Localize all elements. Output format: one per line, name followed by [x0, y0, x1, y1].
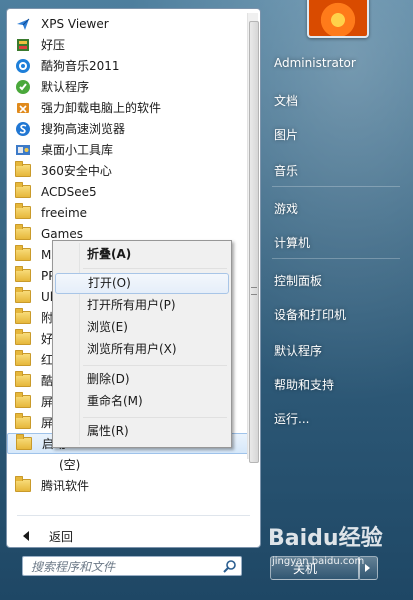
folder-icon	[15, 392, 31, 410]
menu-item-rename[interactable]: 重命名(M)	[55, 391, 229, 412]
folder-icon	[15, 266, 31, 284]
menu-separator	[83, 365, 227, 366]
right-item-music[interactable]: 音乐	[274, 162, 298, 179]
program-folder-acdsee[interactable]: ACDSee5	[7, 181, 247, 202]
right-item-default-programs[interactable]: 默认程序	[274, 342, 322, 359]
program-list-scrollbar[interactable]	[247, 13, 259, 463]
folder-icon	[15, 287, 31, 305]
folder-icon	[16, 434, 32, 452]
xps-viewer-icon	[15, 16, 31, 32]
baidu-watermark: Baidu经验 jingyan.baidu.com	[268, 526, 383, 567]
back-arrow-icon	[23, 531, 29, 541]
right-divider	[272, 258, 400, 259]
divider	[17, 515, 250, 516]
kugou-icon	[15, 58, 31, 74]
program-item-xps-viewer[interactable]: XPS Viewer	[7, 13, 247, 34]
folder-icon	[15, 308, 31, 326]
folder-icon	[15, 203, 31, 221]
folder-icon	[15, 161, 31, 179]
menu-item-open-all-users[interactable]: 打开所有用户(P)	[55, 295, 229, 316]
menu-separator	[83, 417, 227, 418]
program-item-gadgets[interactable]: 桌面小工具库	[7, 139, 247, 160]
back-button[interactable]: 返回	[17, 525, 73, 547]
user-avatar[interactable]	[307, 0, 369, 38]
folder-icon	[15, 224, 31, 242]
program-folder-360[interactable]: 360安全中心	[7, 160, 247, 181]
sogou-browser-icon	[15, 121, 31, 137]
search-input[interactable]: 搜索程序和文件	[22, 556, 242, 576]
right-item-control-panel[interactable]: 控制面板	[274, 272, 322, 289]
right-item-help-support[interactable]: 帮助和支持	[274, 376, 334, 393]
right-item-documents[interactable]: 文档	[274, 92, 298, 109]
menu-item-delete[interactable]: 删除(D)	[55, 369, 229, 390]
program-folder-freeime[interactable]: freeime	[7, 202, 247, 223]
menu-item-explore-all-users[interactable]: 浏览所有用户(X)	[55, 339, 229, 360]
menu-item-open[interactable]: 打开(O)	[55, 273, 229, 294]
right-item-run[interactable]: 运行...	[274, 410, 309, 427]
folder-icon	[15, 476, 31, 494]
scroll-thumb[interactable]	[249, 21, 259, 463]
menu-item-properties[interactable]: 属性(R)	[55, 421, 229, 442]
folder-icon	[15, 350, 31, 368]
right-item-administrator[interactable]: Administrator	[274, 56, 356, 70]
program-item-haozip[interactable]: 好压	[7, 34, 247, 55]
program-folder-tencent[interactable]: 腾讯软件	[7, 475, 247, 496]
gadgets-icon	[15, 142, 31, 158]
program-item-default-programs[interactable]: 默认程序	[7, 76, 247, 97]
search-icon[interactable]	[223, 559, 237, 573]
right-item-pictures[interactable]: 图片	[274, 126, 298, 143]
menu-item-explore[interactable]: 浏览(E)	[55, 317, 229, 338]
folder-icon	[15, 182, 31, 200]
program-item-sogou-browser[interactable]: 搜狗高速浏览器	[7, 118, 247, 139]
folder-icon	[15, 245, 31, 263]
program-item-empty: (空)	[59, 458, 81, 472]
menu-separator	[83, 268, 227, 269]
context-menu: 折叠(A) 打开(O) 打开所有用户(P) 浏览(E) 浏览所有用户(X) 删除…	[52, 240, 232, 448]
menu-item-collapse[interactable]: 折叠(A)	[55, 244, 229, 265]
right-item-devices-printers[interactable]: 设备和打印机	[274, 306, 346, 323]
right-item-computer[interactable]: 计算机	[274, 234, 310, 251]
program-item-uninstaller[interactable]: 强力卸载电脑上的软件	[7, 97, 247, 118]
uninstaller-icon	[15, 100, 31, 116]
default-programs-icon	[15, 79, 31, 95]
program-item-kugou[interactable]: 酷狗音乐2011	[7, 55, 247, 76]
haozip-icon	[15, 37, 31, 53]
folder-icon	[15, 413, 31, 431]
right-item-games[interactable]: 游戏	[274, 200, 298, 217]
folder-icon	[15, 371, 31, 389]
folder-icon	[15, 329, 31, 347]
right-divider	[272, 186, 400, 187]
scroll-grip-icon	[251, 287, 257, 295]
